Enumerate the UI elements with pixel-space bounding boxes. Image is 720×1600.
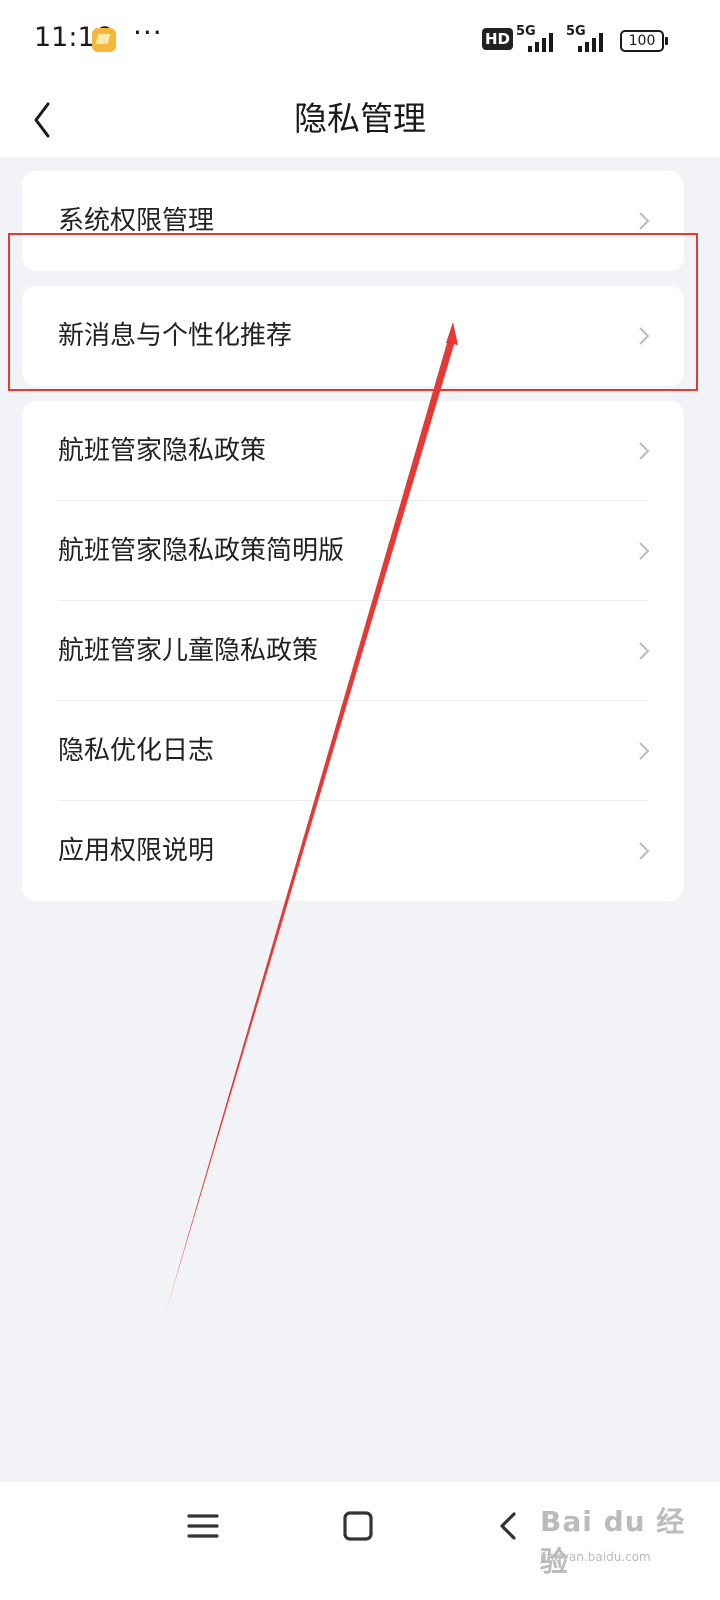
battery-icon: 100 [620, 30, 668, 52]
list-item-personalized-recommendations[interactable]: 新消息与个性化推荐 [22, 286, 684, 386]
chevron-right-icon [639, 327, 650, 345]
menu-icon[interactable] [183, 1506, 223, 1546]
hd-voice-icon: HD [482, 28, 514, 50]
home-icon[interactable] [338, 1506, 378, 1546]
header: 隐私管理 [0, 80, 720, 157]
list-item-system-permissions[interactable]: 系统权限管理 [22, 171, 684, 271]
signal-icon-sim2: 5G [566, 24, 610, 52]
chevron-right-icon [639, 542, 650, 560]
settings-group-2: 新消息与个性化推荐 [22, 286, 684, 386]
chevron-right-icon [639, 642, 650, 660]
list-item-label: 隐私优化日志 [58, 736, 215, 766]
list-item-label: 新消息与个性化推荐 [58, 321, 293, 351]
watermark-main: Bai du 经验 [540, 1505, 686, 1578]
settings-group-1: 系统权限管理 [22, 171, 684, 271]
settings-group-3: 航班管家隐私政策 航班管家隐私政策简明版 航班管家儿童隐私政策 隐私优化日志 应… [22, 401, 684, 901]
more-notifications-icon: ··· [133, 16, 163, 49]
page-title: 隐私管理 [294, 99, 426, 138]
chevron-right-icon [639, 442, 650, 460]
chevron-right-icon [639, 842, 650, 860]
chevron-right-icon [639, 212, 650, 230]
list-item-label: 航班管家隐私政策 [58, 436, 267, 466]
list-item-label: 航班管家儿童隐私政策 [58, 636, 319, 666]
list-item-privacy-policy-summary[interactable]: 航班管家隐私政策简明版 [22, 501, 684, 601]
list-item-app-permissions[interactable]: 应用权限说明 [22, 801, 684, 901]
list-item-children-privacy-policy[interactable]: 航班管家儿童隐私政策 [22, 601, 684, 701]
list-item-privacy-policy[interactable]: 航班管家隐私政策 [22, 401, 684, 501]
list-item-privacy-log[interactable]: 隐私优化日志 [22, 701, 684, 801]
back-icon[interactable] [490, 1506, 530, 1546]
chevron-right-icon [639, 742, 650, 760]
list-item-label: 航班管家隐私政策简明版 [58, 536, 345, 566]
status-bar: 11:16 ··· HD 5G 5G 100 [0, 0, 720, 80]
notification-app-icon [92, 28, 116, 52]
signal-icon-sim1: 5G [516, 24, 560, 52]
watermark-url: jingyan.baidu.com [540, 1550, 651, 1564]
list-item-label: 系统权限管理 [58, 206, 215, 236]
watermark-logo: Bai du 经验 jingyan.baidu.com [540, 1500, 710, 1578]
list-item-label: 应用权限说明 [58, 836, 215, 866]
